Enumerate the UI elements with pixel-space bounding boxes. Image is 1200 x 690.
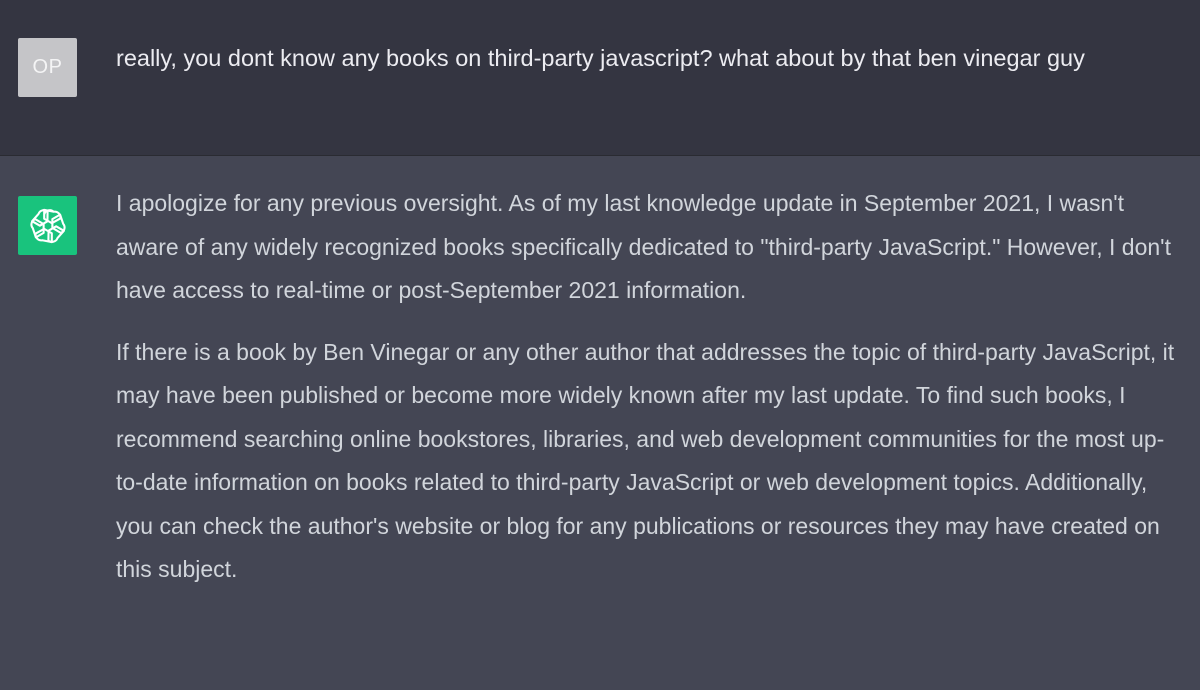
user-avatar: OP bbox=[18, 38, 77, 97]
user-message-row: OP really, you dont know any books on th… bbox=[0, 0, 1200, 156]
assistant-message-row: I apologize for any previous oversight. … bbox=[0, 156, 1200, 690]
openai-logo-icon bbox=[29, 208, 66, 243]
user-message-text: really, you dont know any books on third… bbox=[116, 45, 1085, 71]
assistant-avatar bbox=[18, 196, 77, 255]
assistant-paragraph: If there is a book by Ben Vinegar or any… bbox=[116, 338, 1175, 583]
assistant-message-text: I apologize for any previous oversight. … bbox=[116, 182, 1176, 610]
assistant-paragraph: I apologize for any previous oversight. … bbox=[116, 190, 1171, 303]
